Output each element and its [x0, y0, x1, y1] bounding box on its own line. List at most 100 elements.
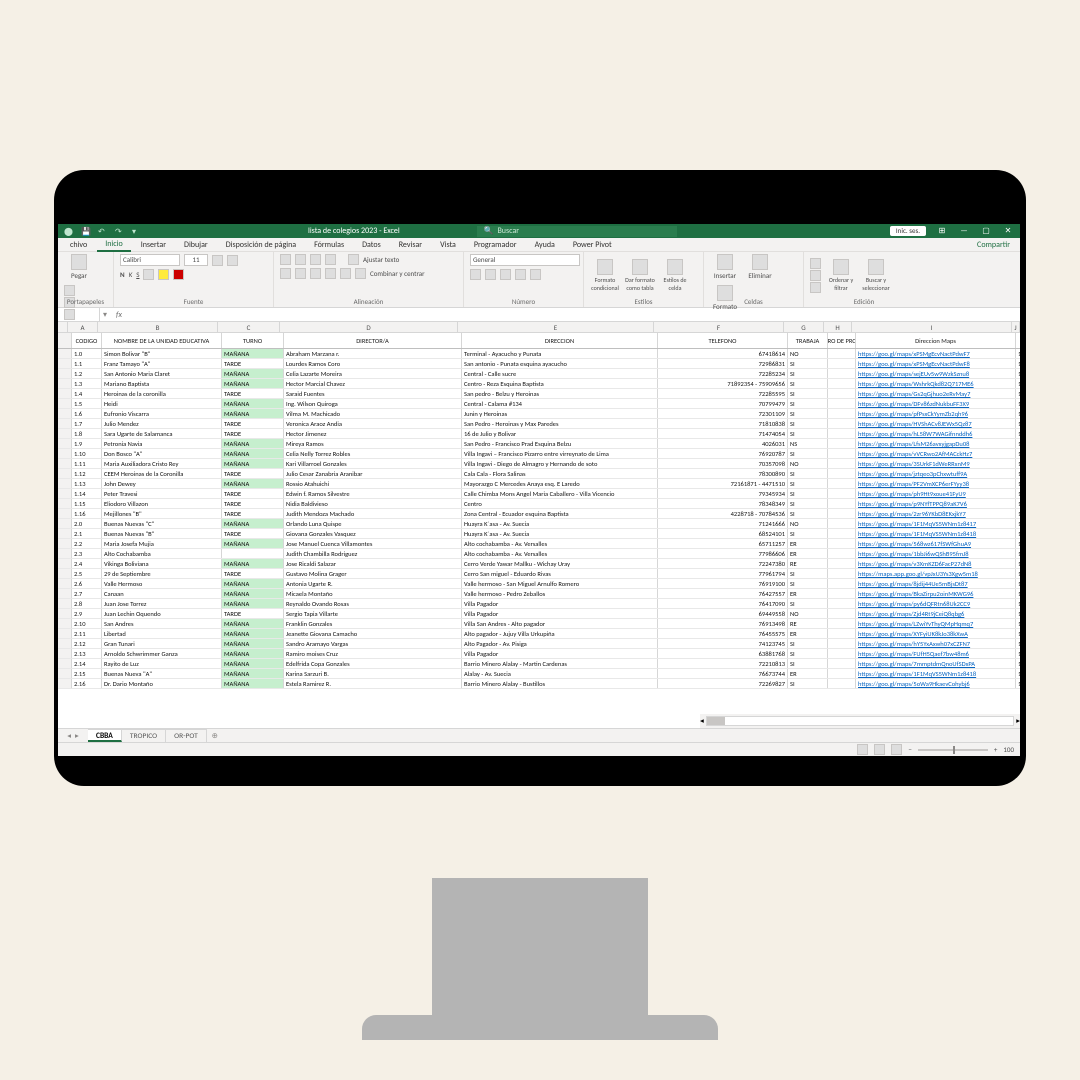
cell[interactable]: 1: [1016, 509, 1020, 518]
cell[interactable]: 76673744: [658, 669, 788, 678]
maps-link[interactable]: https://goo.gl/maps/1F1MqVS5WNm1z8417: [858, 520, 976, 528]
cell[interactable]: Central - Calle sucre: [462, 369, 658, 378]
cell[interactable]: Jeanette Giovana Camacho: [284, 629, 462, 638]
th-direccion[interactable]: DIRECCION: [462, 333, 658, 348]
cell[interactable]: Ramiro moises Cruz: [284, 649, 462, 658]
cell[interactable]: 1: [1016, 489, 1020, 498]
cell[interactable]: 1.8: [72, 429, 102, 438]
cell[interactable]: https://goo.gl/maps/pfPsxCkYymZb2qh96: [856, 409, 1016, 418]
cell[interactable]: Edelfrida Copa Gonzales: [284, 659, 462, 668]
cell[interactable]: 1: [1016, 609, 1020, 618]
cell[interactable]: MAÑANA: [222, 449, 284, 458]
cell[interactable]: 1: [1016, 429, 1020, 438]
th-nroprof[interactable]: NRO DE PROF: [828, 333, 856, 348]
cell[interactable]: 1: [1016, 679, 1020, 688]
cell[interactable]: 1: [1016, 479, 1020, 488]
cell[interactable]: SI: [788, 569, 828, 578]
underline-button[interactable]: S: [136, 270, 139, 279]
cell[interactable]: 1.7: [72, 419, 102, 428]
cell[interactable]: 2.4: [72, 559, 102, 568]
cell[interactable]: 1.6: [72, 409, 102, 418]
col-header[interactable]: F: [654, 322, 784, 332]
cell[interactable]: SI: [788, 639, 828, 648]
cell[interactable]: TARDE: [222, 489, 284, 498]
cell[interactable]: TARDE: [222, 389, 284, 398]
th-nombre[interactable]: NOMBRE DE LA UNIDAD EDUCATIVA: [102, 333, 222, 348]
cell[interactable]: [828, 519, 856, 528]
cell[interactable]: Juan Lechin Oquendo: [102, 609, 222, 618]
cell[interactable]: https://goo.gl/maps/1F1MqVS5WNm1z8418: [856, 529, 1016, 538]
row-number[interactable]: [58, 459, 72, 468]
cell[interactable]: Mejillones "B": [102, 509, 222, 518]
tab-disposicion[interactable]: Disposición de página: [218, 239, 304, 251]
new-sheet-button[interactable]: ⊕: [207, 731, 223, 741]
decrease-font-icon[interactable]: [227, 255, 238, 266]
row-number[interactable]: [58, 333, 72, 348]
cell[interactable]: Franz Tamayo "A": [102, 359, 222, 368]
cell[interactable]: 1: [1016, 639, 1020, 648]
cell[interactable]: 1: [1016, 599, 1020, 608]
cell[interactable]: 71474054: [658, 429, 788, 438]
cell[interactable]: Eliodoro Villazon: [102, 499, 222, 508]
maps-link[interactable]: https://goo.gl/maps/WshrkQkd82Q717ME6: [858, 380, 974, 388]
cell[interactable]: Junin y Heroinas: [462, 409, 658, 418]
cell[interactable]: Eufronio Viscarra: [102, 409, 222, 418]
cell[interactable]: 67418614: [658, 349, 788, 358]
cell[interactable]: Valle Hermoso: [102, 579, 222, 588]
cell[interactable]: Rayito de Luz: [102, 659, 222, 668]
maps-link[interactable]: https://goo.gl/maps/py6dQFRtn68Uk2CC9: [858, 600, 970, 608]
cell[interactable]: Alto cochabamba - Av. Versalles: [462, 549, 658, 558]
cell[interactable]: 1: [1016, 409, 1020, 418]
cell[interactable]: 70799479: [658, 399, 788, 408]
row-number[interactable]: [58, 639, 72, 648]
cell[interactable]: SI: [788, 409, 828, 418]
cell[interactable]: RE: [788, 559, 828, 568]
cell[interactable]: 1.0: [72, 349, 102, 358]
maps-link[interactable]: https://goo.gl/maps/2zr96YKbD8EKxjkY7: [858, 510, 966, 518]
row-number[interactable]: [58, 449, 72, 458]
redo-icon[interactable]: ↷: [115, 227, 124, 236]
cell[interactable]: Terminal - Ayacucho y Punata: [462, 349, 658, 358]
tab-datos[interactable]: Datos: [354, 239, 389, 251]
cell[interactable]: Abraham Marzana r.: [284, 349, 462, 358]
cell[interactable]: 2.12: [72, 639, 102, 648]
cell[interactable]: Villa Pagador: [462, 609, 658, 618]
cell[interactable]: Alto Pagador - Av. Pisiga: [462, 639, 658, 648]
cell[interactable]: https://goo.gl/maps/5oWa9HkaevCohybj6: [856, 679, 1016, 688]
sheet-tab-tropico[interactable]: TROPICO: [122, 729, 166, 742]
zoom-level[interactable]: 100: [1003, 745, 1014, 754]
cell[interactable]: Alto Cochabamba: [102, 549, 222, 558]
ribbon-display-icon[interactable]: ⊞: [936, 226, 948, 236]
cell[interactable]: 4026031: [658, 439, 788, 448]
cell[interactable]: 1: [1016, 419, 1020, 428]
cell[interactable]: https://goo.gl/maps/1F1MqVS5WNm1z8417: [856, 519, 1016, 528]
cell[interactable]: [828, 469, 856, 478]
cell[interactable]: https://goo.gl/maps/ph9Ht9xoue41FyU9: [856, 489, 1016, 498]
cell[interactable]: 1: [1016, 569, 1020, 578]
row-number[interactable]: [58, 509, 72, 518]
cell[interactable]: MAÑANA: [222, 479, 284, 488]
cell[interactable]: https://goo.gl/maps/XYFyiUK8kJo38kXwA: [856, 629, 1016, 638]
cell[interactable]: [828, 679, 856, 688]
cell[interactable]: Vilma M. Machicado: [284, 409, 462, 418]
col-header[interactable]: H: [824, 322, 852, 332]
cell[interactable]: 72285595: [658, 389, 788, 398]
cell[interactable]: [828, 529, 856, 538]
cell[interactable]: Heidi: [102, 399, 222, 408]
cell[interactable]: MAÑANA: [222, 589, 284, 598]
cell[interactable]: 1.5: [72, 399, 102, 408]
cell[interactable]: [828, 599, 856, 608]
cell[interactable]: Cerro San miguel - Eduardo Rivas: [462, 569, 658, 578]
cell[interactable]: 2.15: [72, 669, 102, 678]
qat-more-icon[interactable]: ▾: [132, 227, 141, 236]
cell[interactable]: SI: [788, 479, 828, 488]
cell[interactable]: 1: [1016, 449, 1020, 458]
maps-link[interactable]: https://goo.gl/maps/7mmptdmQnoUfSDxPA: [858, 660, 975, 668]
cell[interactable]: SI: [788, 419, 828, 428]
row-number[interactable]: [58, 619, 72, 628]
cell[interactable]: MAÑANA: [222, 409, 284, 418]
maximize-icon[interactable]: ▢: [980, 226, 992, 236]
cell[interactable]: [828, 589, 856, 598]
cell[interactable]: 1: [1016, 439, 1020, 448]
cell[interactable]: 2.8: [72, 599, 102, 608]
